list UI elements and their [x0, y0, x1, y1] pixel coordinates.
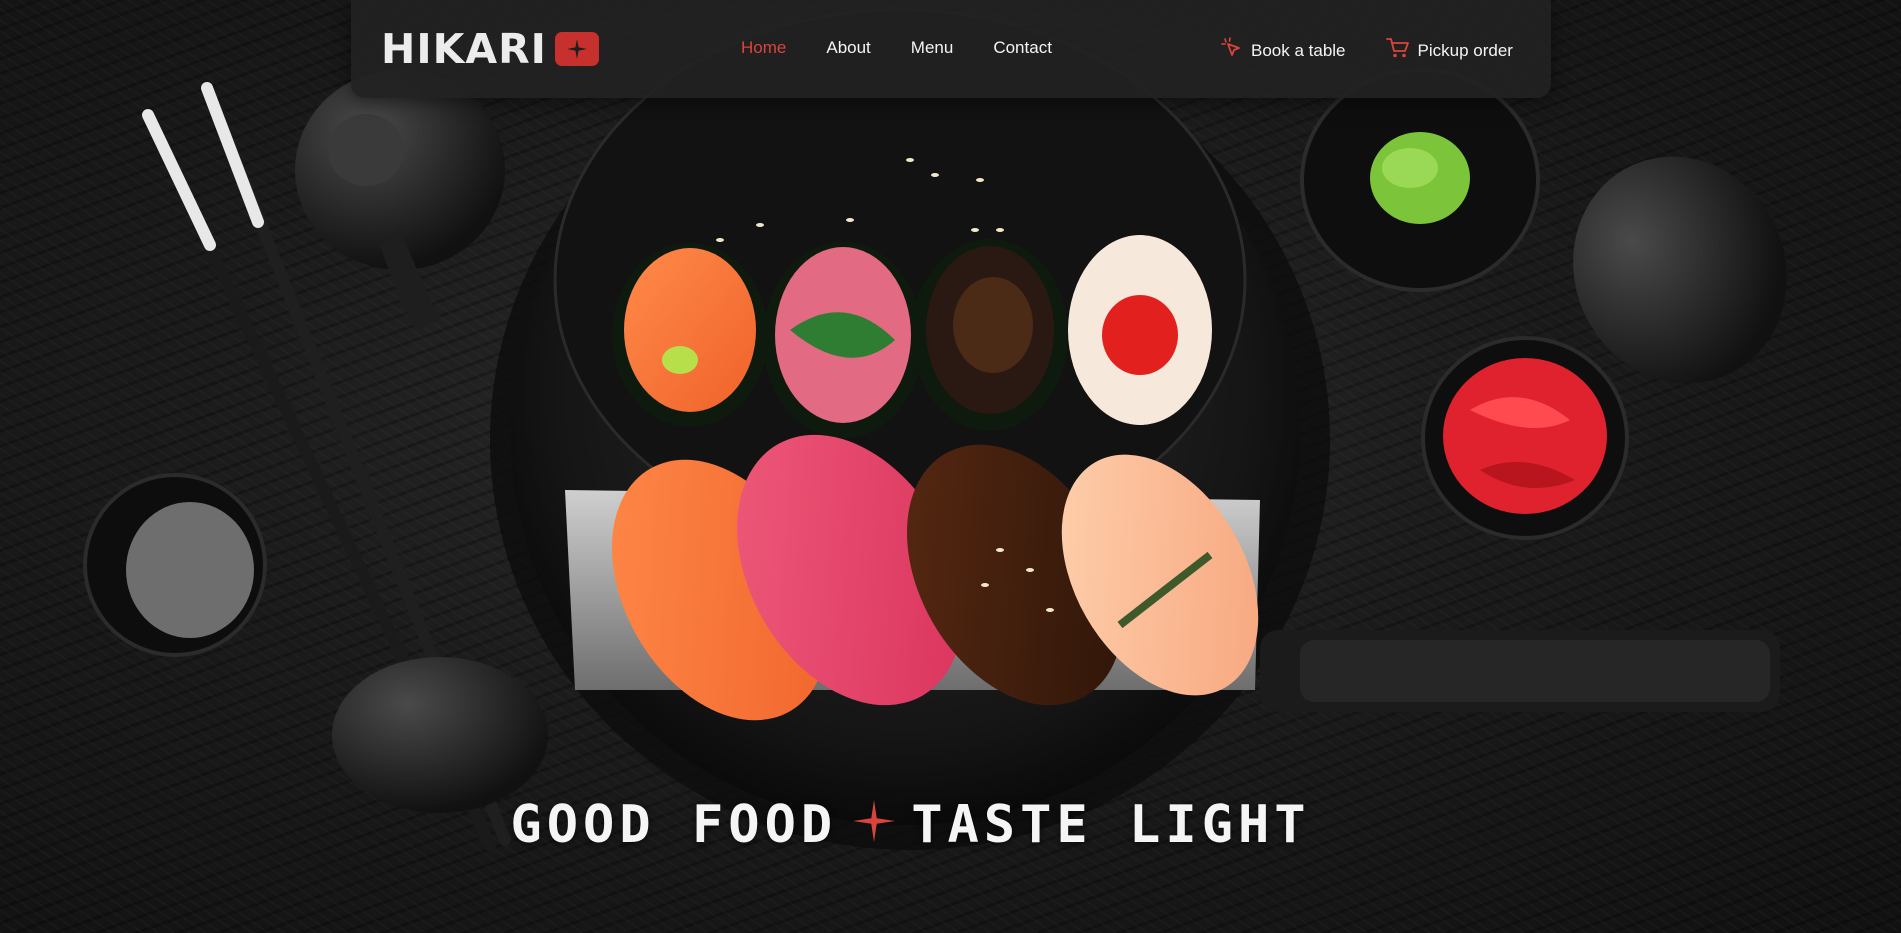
sparkle-icon	[853, 795, 896, 855]
tagline-right: TASTE LIGHT	[911, 795, 1311, 855]
cart-icon	[1385, 37, 1410, 64]
nav-actions: Book a table Pickup order	[1221, 37, 1513, 64]
pointer-click-icon	[1221, 37, 1243, 64]
nav-contact-link[interactable]: Contact	[993, 38, 1052, 58]
nav-home-link[interactable]: Home	[741, 38, 786, 58]
brand-name: HIKARI	[381, 25, 547, 73]
hero-tagline: GOOD FOOD TASTE LIGHT	[0, 795, 1901, 855]
top-navbar: HIKARI Home About Menu Contact Book a ta…	[351, 0, 1551, 98]
pickup-order-label: Pickup order	[1417, 40, 1513, 60]
book-table-button[interactable]: Book a table	[1221, 37, 1346, 64]
nav-menu-link[interactable]: Menu	[911, 38, 954, 58]
main-nav: Home About Menu Contact	[741, 38, 1052, 58]
pickup-order-button[interactable]: Pickup order	[1385, 37, 1513, 64]
tagline-left: GOOD FOOD	[510, 795, 838, 855]
hero-section: HIKARI Home About Menu Contact Book a ta…	[0, 0, 1901, 933]
hero-sushi-image	[83, 8, 1787, 851]
nav-about-link[interactable]: About	[826, 38, 870, 58]
brand-logo[interactable]: HIKARI	[381, 25, 599, 73]
sparkle-icon	[554, 32, 599, 66]
book-table-label: Book a table	[1251, 40, 1346, 60]
